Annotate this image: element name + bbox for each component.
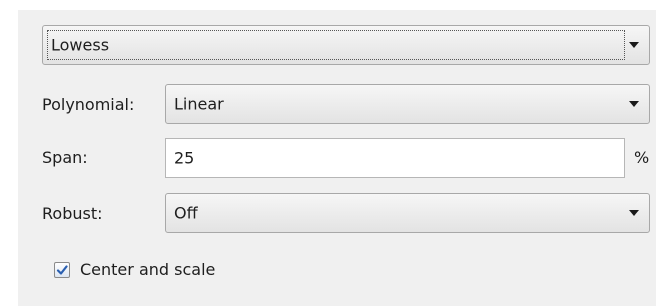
span-label: Span: — [42, 148, 88, 167]
span-unit-label: % — [634, 148, 650, 167]
polynomial-label: Polynomial: — [42, 95, 135, 114]
chevron-down-icon[interactable] — [629, 42, 639, 48]
chevron-down-icon[interactable] — [629, 101, 639, 107]
chevron-down-icon[interactable] — [629, 210, 639, 216]
robust-label: Robust: — [42, 204, 103, 223]
robust-selected-value: Off — [174, 203, 198, 223]
method-selected-value: Lowess — [51, 35, 110, 55]
span-input-value: 25 — [174, 148, 195, 168]
focus-ring — [47, 30, 625, 60]
checkmark-icon — [56, 265, 68, 275]
span-input[interactable]: 25 — [165, 138, 625, 178]
center-scale-label[interactable]: Center and scale — [80, 260, 215, 280]
robust-dropdown[interactable]: Off — [165, 193, 650, 233]
center-scale-checkbox[interactable] — [54, 262, 70, 278]
polynomial-selected-value: Linear — [174, 94, 224, 114]
polynomial-dropdown[interactable]: Linear — [165, 84, 650, 124]
method-dropdown[interactable]: Lowess — [42, 25, 650, 65]
